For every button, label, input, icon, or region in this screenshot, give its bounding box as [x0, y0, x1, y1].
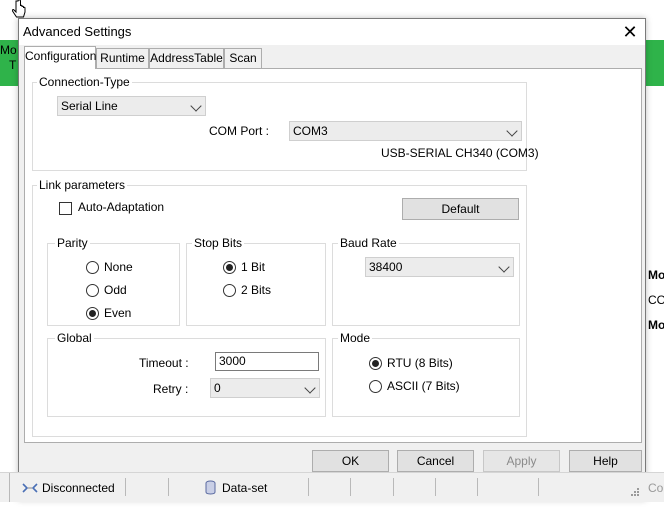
com-port-label: COM Port :	[209, 124, 270, 138]
parity-label: Parity	[55, 236, 90, 250]
baud-rate-value: 38400	[369, 260, 403, 274]
status-separator	[393, 478, 394, 496]
stop-bits-2-label: 2 Bits	[241, 283, 272, 297]
close-icon[interactable]: ✕	[617, 20, 643, 44]
background-text: Mo	[0, 43, 17, 57]
status-separator	[477, 478, 478, 496]
background-text: T	[9, 58, 17, 72]
tab-panel-configuration: Connection-Type Serial Line COM Port : C…	[24, 68, 642, 443]
chevron-down-icon	[190, 100, 202, 112]
status-separator	[435, 478, 436, 496]
stop-bits-1-label: 1 Bit	[241, 260, 266, 274]
cancel-button[interactable]: Cancel	[397, 450, 474, 472]
connection-type-label: Connection-Type	[37, 75, 132, 89]
baud-rate-select[interactable]: 38400	[365, 257, 514, 277]
mode-rtu-radio[interactable]	[369, 357, 382, 370]
mode-ascii-radio[interactable]	[369, 380, 382, 393]
resize-grip-icon[interactable]	[628, 487, 640, 499]
dialog-title: Advanced Settings	[23, 24, 132, 39]
tab-runtime[interactable]: Runtime	[96, 48, 149, 68]
tab-scan[interactable]: Scan	[224, 48, 262, 68]
tab-configuration[interactable]: Configuration	[24, 46, 96, 69]
background-text: CO	[648, 293, 664, 307]
status-separator	[308, 478, 309, 496]
parity-even-label: Even	[104, 306, 132, 320]
background-text: Mo	[648, 318, 664, 332]
stop-bits-1-radio[interactable]	[223, 261, 236, 274]
dataset-label: Data-set	[222, 481, 268, 495]
parity-even-radio[interactable]	[86, 307, 99, 320]
stop-bits-label: Stop Bits	[192, 236, 245, 250]
advanced-settings-dialog: Advanced Settings ✕ Configuration Runtim…	[18, 18, 646, 500]
stop-bits-2-radio[interactable]	[223, 284, 236, 297]
timeout-input[interactable]: 3000	[215, 352, 319, 371]
chevron-down-icon	[506, 125, 518, 137]
mode-ascii-label: ASCII (7 Bits)	[387, 379, 460, 393]
background-app-header-right	[644, 40, 664, 86]
background-text: Mo	[648, 268, 664, 282]
chevron-down-icon	[498, 261, 510, 273]
parity-odd-radio[interactable]	[86, 284, 99, 297]
status-separator	[125, 478, 126, 496]
timeout-label: Timeout :	[139, 356, 189, 370]
disconnected-icon	[22, 483, 38, 493]
title-bar[interactable]: Advanced Settings ✕	[19, 19, 645, 45]
retry-value: 0	[214, 381, 221, 395]
connection-type-value: Serial Line	[61, 99, 118, 113]
com-port-select[interactable]: COM3	[289, 121, 522, 141]
database-icon	[205, 480, 216, 495]
status-bar: Disconnected Data-set Co	[0, 472, 664, 502]
parity-odd-label: Odd	[104, 283, 127, 297]
mode-group	[332, 338, 520, 417]
mode-label: Mode	[338, 331, 373, 345]
baud-rate-group	[332, 243, 520, 326]
parity-none-label: None	[104, 260, 133, 274]
auto-adaptation-checkbox[interactable]	[59, 202, 72, 215]
auto-adaptation-label: Auto-Adaptation	[78, 200, 165, 214]
com-port-description: USB-SERIAL CH340 (COM3)	[381, 146, 539, 160]
com-port-value: COM3	[293, 124, 328, 138]
ok-button[interactable]: OK	[312, 450, 389, 472]
connection-type-select[interactable]: Serial Line	[57, 96, 206, 116]
status-right-text: Co	[648, 481, 664, 495]
tab-addresstable[interactable]: AddressTable	[149, 48, 224, 68]
mode-rtu-label: RTU (8 Bits)	[387, 356, 453, 370]
retry-label: Retry :	[153, 382, 189, 396]
status-separator	[350, 478, 351, 496]
apply-button[interactable]: Apply	[483, 450, 560, 472]
baud-rate-label: Baud Rate	[338, 236, 399, 250]
status-separator	[538, 478, 539, 496]
chevron-down-icon	[304, 382, 316, 394]
parity-none-radio[interactable]	[86, 261, 99, 274]
status-left-edge	[0, 473, 10, 502]
retry-select[interactable]: 0	[210, 378, 320, 398]
status-separator	[168, 478, 169, 496]
help-button[interactable]: Help	[569, 450, 642, 472]
default-button[interactable]: Default	[402, 198, 519, 220]
connection-status: Disconnected	[42, 481, 115, 495]
link-parameters-label: Link parameters	[37, 178, 128, 192]
global-label: Global	[55, 331, 94, 345]
